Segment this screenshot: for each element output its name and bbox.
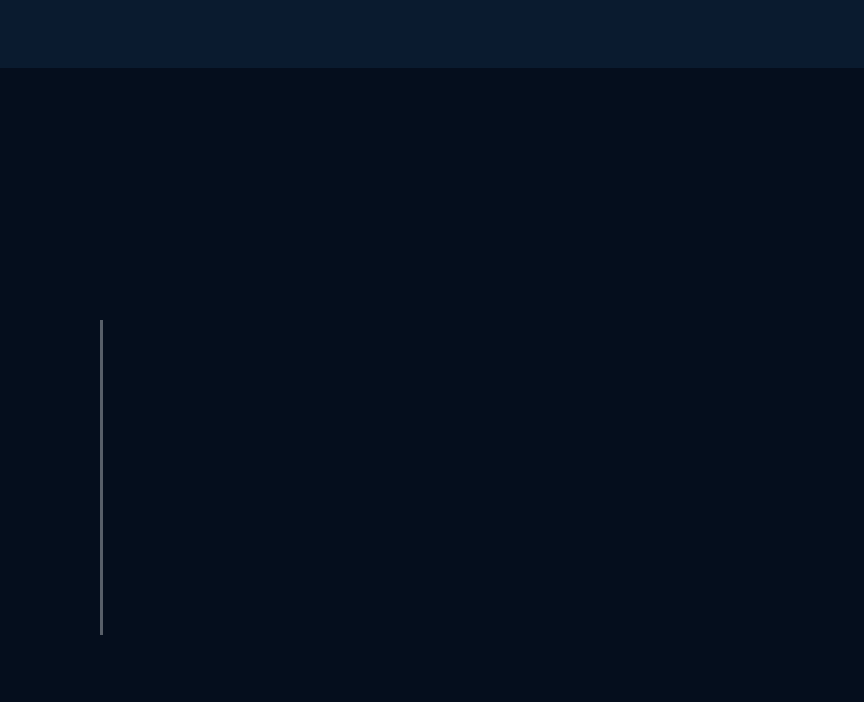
indent-guide <box>100 320 103 635</box>
explorer-sidebar <box>0 0 864 702</box>
chevron-down-icon[interactable] <box>14 21 40 47</box>
file-tree <box>0 68 864 702</box>
explorer-section-header[interactable] <box>0 0 864 68</box>
